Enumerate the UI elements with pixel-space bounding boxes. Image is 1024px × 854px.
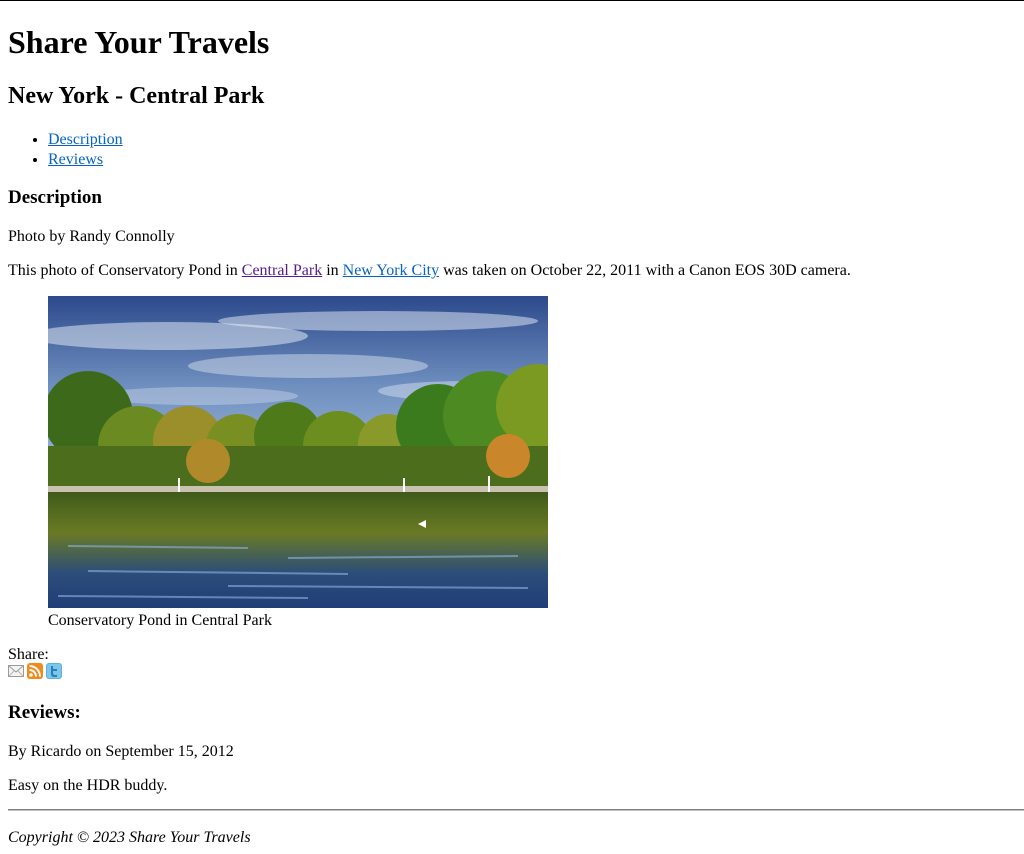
new-york-city-link[interactable]: New York City <box>343 262 439 279</box>
table-of-contents: Description Reviews <box>8 130 123 170</box>
description-text-after: was taken on October 22, 2011 with a Can… <box>439 262 851 279</box>
description-heading: Description <box>8 187 102 208</box>
photo-byline: Photo by Randy Connolly <box>8 228 175 245</box>
description-text-before: This photo of Conservatory Pond in <box>8 262 242 279</box>
description-paragraph: This photo of Conservatory Pond in Centr… <box>8 261 851 281</box>
conservatory-pond-photo <box>48 296 548 608</box>
footer-divider <box>8 809 1024 811</box>
share-label: Share: <box>8 646 49 663</box>
figure-caption: Conservatory Pond in Central Park <box>48 612 272 629</box>
review-byline: By Ricardo on September 15, 2012 <box>8 743 234 760</box>
twitter-icon[interactable] <box>46 663 62 679</box>
rss-icon[interactable] <box>27 663 43 679</box>
review-text: Easy on the HDR buddy. <box>8 777 168 794</box>
central-park-link[interactable]: Central Park <box>242 262 322 279</box>
email-icon[interactable] <box>8 663 24 679</box>
reviews-heading: Reviews: <box>8 702 81 723</box>
description-text-in: in <box>322 262 343 279</box>
toc-link-reviews[interactable]: Reviews <box>48 151 103 168</box>
toc-item-reviews: Reviews <box>48 150 123 170</box>
footer-copyright: Copyright © 2023 Share Your Travels <box>8 829 251 846</box>
toc-item-description: Description <box>48 130 123 150</box>
page: Share Your Travels New York - Central Pa… <box>0 0 1024 854</box>
page-heading: New York - Central Park <box>8 83 265 109</box>
top-border <box>0 0 1024 1</box>
toc-link-description[interactable]: Description <box>48 131 123 148</box>
site-title: Share Your Travels <box>8 24 270 60</box>
share-icons <box>8 663 65 680</box>
